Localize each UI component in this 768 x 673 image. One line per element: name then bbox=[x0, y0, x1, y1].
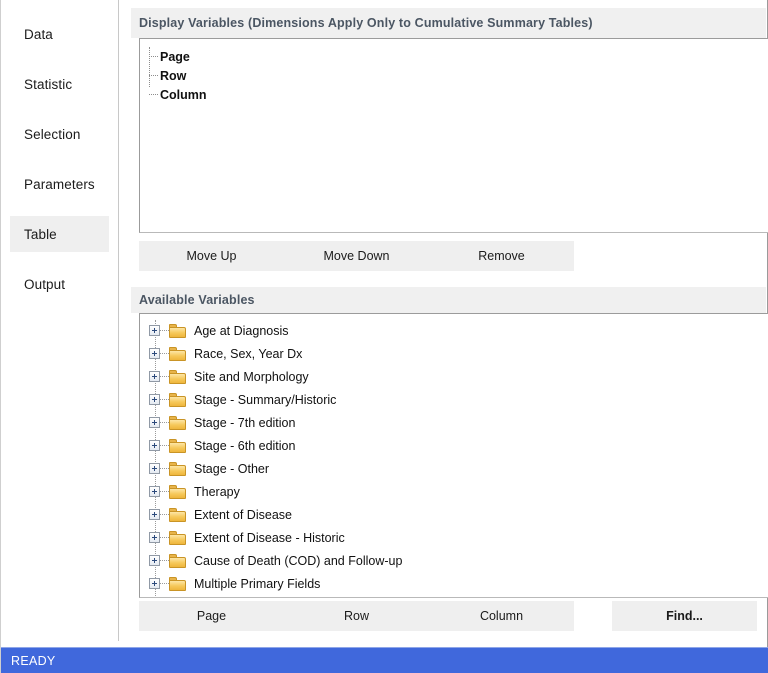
folder-icon bbox=[169, 392, 186, 407]
find-button[interactable]: Find... bbox=[612, 601, 757, 631]
plus-icon[interactable] bbox=[149, 578, 160, 589]
tree-connector-icon bbox=[160, 514, 169, 515]
sidebar-item-data[interactable]: Data bbox=[10, 16, 109, 52]
available-variables-list[interactable]: Age at Diagnosis Race, Sex, Year Dx Site… bbox=[139, 313, 768, 598]
tree-connector-icon bbox=[160, 560, 169, 561]
tree-connector-icon bbox=[160, 376, 169, 377]
sidebar-nav: Data Statistic Selection Parameters Tabl… bbox=[1, 0, 119, 641]
display-variable-label: Row bbox=[160, 68, 187, 83]
tree-item-label: Multiple Primary Fields bbox=[194, 576, 321, 591]
move-down-button[interactable]: Move Down bbox=[284, 241, 429, 271]
display-variable-row[interactable]: Row bbox=[140, 66, 768, 85]
folder-icon bbox=[169, 576, 186, 591]
column-button[interactable]: Column bbox=[429, 601, 574, 631]
folder-icon bbox=[169, 369, 186, 384]
tree-connector-icon bbox=[160, 399, 169, 400]
plus-icon[interactable] bbox=[149, 348, 160, 359]
tree-connector-icon bbox=[160, 491, 169, 492]
folder-icon bbox=[169, 346, 186, 361]
tree-item-stage-summary-historic[interactable]: Stage - Summary/Historic bbox=[140, 388, 768, 411]
plus-icon[interactable] bbox=[149, 463, 160, 474]
plus-icon[interactable] bbox=[149, 394, 160, 405]
sidebar-item-label: Data bbox=[24, 26, 53, 42]
main-content: Display Variables (Dimensions Apply Only… bbox=[120, 0, 768, 641]
plus-icon[interactable] bbox=[149, 371, 160, 382]
sidebar-item-selection[interactable]: Selection bbox=[10, 116, 109, 152]
plus-icon[interactable] bbox=[149, 325, 160, 336]
folder-icon bbox=[169, 438, 186, 453]
tree-connector-icon bbox=[160, 468, 169, 469]
display-variables-list[interactable]: Page Row Column bbox=[139, 38, 768, 233]
display-variable-page[interactable]: Page bbox=[140, 47, 768, 66]
sidebar-item-label: Selection bbox=[24, 126, 81, 142]
tree-item-label: Stage - Other bbox=[194, 461, 270, 476]
display-variable-label: Page bbox=[160, 49, 190, 64]
plus-icon[interactable] bbox=[149, 532, 160, 543]
sidebar-item-label: Output bbox=[24, 276, 66, 292]
tree-item-label: Site and Morphology bbox=[194, 369, 309, 384]
tree-item-extent-of-disease[interactable]: Extent of Disease bbox=[140, 503, 768, 526]
sidebar-item-label: Table bbox=[24, 226, 57, 242]
sidebar-item-statistic[interactable]: Statistic bbox=[10, 66, 109, 102]
tree-item-race-sex-year-dx[interactable]: Race, Sex, Year Dx bbox=[140, 342, 768, 365]
tree-item-therapy[interactable]: Therapy bbox=[140, 480, 768, 503]
folder-icon bbox=[169, 553, 186, 568]
remove-button[interactable]: Remove bbox=[429, 241, 574, 271]
display-variables-tree: Page Row Column bbox=[140, 39, 768, 104]
tree-item-multiple-primary-fields[interactable]: Multiple Primary Fields bbox=[140, 572, 768, 595]
sidebar-item-output[interactable]: Output bbox=[10, 266, 109, 302]
tree-connector-icon bbox=[160, 445, 169, 446]
tree-item-label: Therapy bbox=[194, 484, 240, 499]
tree-item-stage-6th-edition[interactable]: Stage - 6th edition bbox=[140, 434, 768, 457]
tree-item-stage-7th-edition[interactable]: Stage - 7th edition bbox=[140, 411, 768, 434]
tree-item-stage-other[interactable]: Stage - Other bbox=[140, 457, 768, 480]
page-button[interactable]: Page bbox=[139, 601, 284, 631]
display-variable-label: Column bbox=[160, 87, 207, 102]
tree-connector-icon bbox=[160, 353, 169, 354]
folder-icon bbox=[169, 484, 186, 499]
available-variables-tree: Age at Diagnosis Race, Sex, Year Dx Site… bbox=[140, 314, 768, 597]
plus-icon[interactable] bbox=[149, 440, 160, 451]
sidebar-item-label: Statistic bbox=[24, 76, 73, 92]
tree-item-age-at-diagnosis[interactable]: Age at Diagnosis bbox=[140, 319, 768, 342]
tree-item-label: Extent of Disease bbox=[194, 507, 292, 522]
tree-item-label: Stage - 6th edition bbox=[194, 438, 296, 453]
tree-item-label: Cause of Death (COD) and Follow-up bbox=[194, 553, 403, 568]
sidebar-item-table[interactable]: Table bbox=[10, 216, 109, 252]
tree-item-label: Stage - 7th edition bbox=[194, 415, 296, 430]
tree-item-label: Stage - Summary/Historic bbox=[194, 392, 337, 407]
tree-connector-icon bbox=[149, 56, 158, 57]
application-window: Data Statistic Selection Parameters Tabl… bbox=[0, 0, 768, 673]
available-variables-header: Available Variables bbox=[131, 287, 766, 313]
sidebar-item-parameters[interactable]: Parameters bbox=[10, 166, 109, 202]
tree-item-label: Race, Sex, Year Dx bbox=[194, 346, 303, 361]
folder-icon bbox=[169, 507, 186, 522]
tree-connector-icon bbox=[160, 537, 169, 538]
tree-connector-icon bbox=[160, 330, 169, 331]
display-variables-header: Display Variables (Dimensions Apply Only… bbox=[131, 8, 766, 38]
folder-icon bbox=[169, 323, 186, 338]
tree-item-cause-of-death-and-follow-up[interactable]: Cause of Death (COD) and Follow-up bbox=[140, 549, 768, 572]
tree-item-extent-of-disease-historic[interactable]: Extent of Disease - Historic bbox=[140, 526, 768, 549]
status-text: READY bbox=[11, 653, 56, 668]
plus-icon[interactable] bbox=[149, 509, 160, 520]
plus-icon[interactable] bbox=[149, 555, 160, 566]
folder-icon bbox=[169, 461, 186, 476]
row-button[interactable]: Row bbox=[284, 601, 429, 631]
tree-connector-icon bbox=[160, 583, 169, 584]
status-bar: READY bbox=[1, 647, 768, 673]
tree-connector-icon bbox=[149, 75, 158, 76]
tree-item-site-and-morphology[interactable]: Site and Morphology bbox=[140, 365, 768, 388]
move-up-button[interactable]: Move Up bbox=[139, 241, 284, 271]
sidebar-item-label: Parameters bbox=[24, 176, 95, 192]
tree-connector-icon bbox=[149, 94, 158, 95]
plus-icon[interactable] bbox=[149, 486, 160, 497]
folder-icon bbox=[169, 530, 186, 545]
folder-icon bbox=[169, 415, 186, 430]
tree-item-label: Extent of Disease - Historic bbox=[194, 530, 345, 545]
plus-icon[interactable] bbox=[149, 417, 160, 428]
tree-connector-icon bbox=[160, 422, 169, 423]
tree-item-label: Age at Diagnosis bbox=[194, 323, 289, 338]
display-variable-column[interactable]: Column bbox=[140, 85, 768, 104]
